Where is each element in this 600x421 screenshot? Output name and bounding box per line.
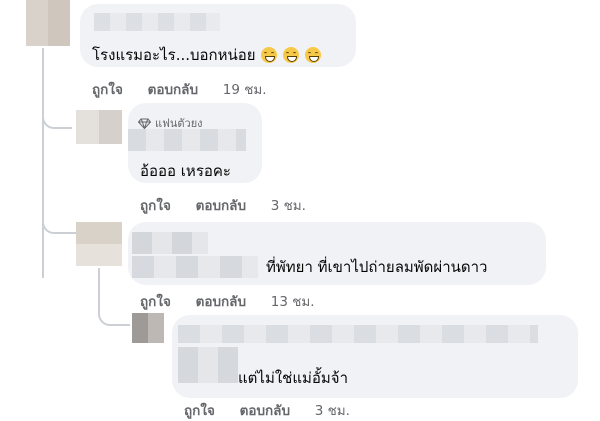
comment-body: แต่ไม่ใช่แม่อั้มจ้า [238, 369, 349, 387]
reply-link[interactable]: ตอบกลับ [240, 403, 290, 419]
comment-body: ที่พัทยา ที่เขาไปถ่ายลมพัดผ่านดาว [266, 258, 488, 276]
comment-bubble: แต่ไม่ใช่แม่อั้มจ้า [172, 315, 578, 398]
avatar[interactable] [76, 222, 122, 266]
comment-bubble: โรงแรมอะไร...บอกหน่อย [80, 4, 356, 67]
timestamp[interactable]: 19 ชม. [223, 82, 267, 98]
avatar[interactable] [26, 0, 70, 46]
like-link[interactable]: ถูกใจ [92, 82, 123, 98]
timestamp[interactable]: 3 ชม. [271, 198, 306, 214]
commenter-name-blurred[interactable] [132, 232, 208, 254]
commenter-name-blurred[interactable] [128, 129, 246, 151]
avatar[interactable] [132, 313, 164, 343]
diamond-icon [138, 118, 151, 129]
thread-line-main [42, 48, 44, 278]
commenter-name-blurred-line2 [132, 256, 258, 278]
grinning-face-emoji-icon [261, 47, 278, 63]
like-link[interactable]: ถูกใจ [140, 294, 171, 310]
commenter-name-blurred-line2 [178, 347, 238, 383]
timestamp[interactable]: 3 ชม. [315, 403, 350, 419]
grinning-face-emoji-icon [304, 47, 321, 63]
thread-connector-reply-1 [42, 105, 72, 129]
comment-actions: ถูกใจ ตอบกลับ 13 ชม. [140, 290, 335, 312]
comment-body: โรงแรมอะไร...บอกหน่อย [92, 46, 256, 64]
thread-connector-reply-3 [98, 300, 130, 326]
like-link[interactable]: ถูกใจ [140, 198, 171, 214]
timestamp[interactable]: 13 ชม. [271, 294, 315, 310]
comment-actions: ถูกใจ ตอบกลับ 19 ชม. [92, 78, 287, 100]
avatar[interactable] [76, 110, 122, 144]
grinning-face-emoji-icon [283, 47, 300, 63]
commenter-name-blurred[interactable] [94, 13, 220, 31]
reply-link[interactable]: ตอบกลับ [196, 198, 246, 214]
comment-bubble: ที่พัทยา ที่เขาไปถ่ายลมพัดผ่านดาว [128, 222, 546, 285]
reply-link[interactable]: ตอบกลับ [148, 82, 198, 98]
comment-body: อ้อออ เหรอคะ [140, 162, 231, 180]
comment-actions: ถูกใจ ตอบกลับ 3 ชม. [184, 399, 370, 421]
comment-bubble: แฟนตัวยง อ้อออ เหรอคะ [128, 103, 262, 183]
comment-text: โรงแรมอะไร...บอกหน่อย [92, 43, 321, 67]
like-link[interactable]: ถูกใจ [184, 403, 215, 419]
commenter-name-blurred[interactable] [178, 325, 538, 343]
comment-actions: ถูกใจ ตอบกลับ 3 ชม. [140, 194, 326, 216]
reply-link[interactable]: ตอบกลับ [196, 294, 246, 310]
thread-connector-reply-2 [42, 210, 78, 234]
